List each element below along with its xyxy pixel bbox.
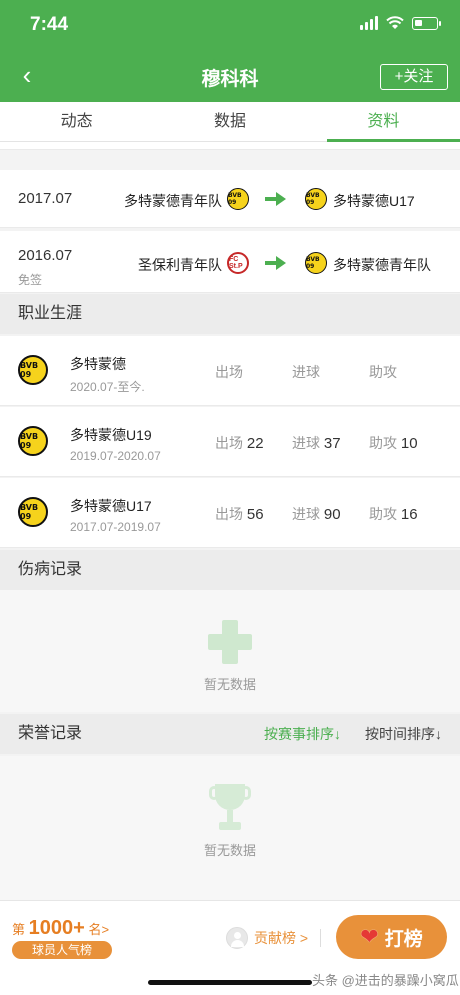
trophy-icon (209, 784, 251, 834)
bvb-logo-icon: BVB 09 (305, 252, 327, 274)
transfer-row: 2017.07 多特蒙德青年队 BVB 09 BVB 09 多特蒙德U17 (0, 170, 460, 228)
tab-bar: 动态 数据 资料 (0, 102, 460, 142)
transfer-from-club: 圣保利青年队 (138, 257, 222, 273)
transfer-date: 2017.07 (18, 190, 73, 207)
wifi-icon (386, 16, 404, 29)
sort-by-event-button[interactable]: 按赛事排序↓ (264, 714, 341, 754)
popularity-rank[interactable]: 第 1000+ 名> (12, 917, 109, 940)
career-team: 多特蒙德 (70, 356, 126, 372)
medical-cross-icon (208, 620, 252, 664)
transfer-from-club: 多特蒙德青年队 (124, 193, 222, 209)
goals-stat: 进球 37 (292, 435, 341, 452)
career-period: 2019.07-2020.07 (70, 449, 161, 463)
bvb-logo-icon: BVB 09 (227, 188, 249, 210)
bvb-logo-icon: BVB 09 (18, 497, 48, 527)
profile-content[interactable]: BVB 09 BVB 09 2017.07 多特蒙德青年队 BVB 09 BVB… (0, 142, 460, 900)
tab-stats[interactable]: 数据 (153, 102, 306, 141)
bvb-logo-icon: BVB 09 (18, 426, 48, 456)
rank-value: 1000+ (28, 917, 85, 939)
status-indicators (360, 16, 441, 30)
tab-profile[interactable]: 资料 (307, 102, 460, 142)
vote-label: 打榜 (384, 928, 423, 950)
vote-button[interactable]: ❤ 打榜 (336, 915, 447, 959)
career-team: 多特蒙德U19 (70, 427, 152, 443)
empty-text: 暂无数据 (203, 677, 256, 692)
career-row[interactable]: BVB 09 多特蒙德 2020.07-至今. 出场 进球 助攻 (0, 336, 460, 406)
career-team: 多特蒙德U17 (70, 498, 152, 514)
empty-text: 暂无数据 (203, 843, 256, 858)
status-time: 7:44 (30, 14, 69, 35)
divider (320, 929, 321, 947)
transfer-to-club: 多特蒙德U17 (333, 193, 415, 209)
injury-section-header: 伤病记录 (0, 550, 460, 590)
heart-icon: ❤ (360, 924, 379, 949)
transfer-row: 2016.07 免签 圣保利青年队 FC St.P BVB 09 多特蒙德青年队 (0, 231, 460, 293)
career-row[interactable]: BVB 09 多特蒙德U17 2017.07-2019.07 出场 56 进球 … (0, 478, 460, 548)
tab-news[interactable]: 动态 (0, 102, 153, 141)
battery-icon (412, 16, 441, 30)
honors-empty-state: 暂无数据 (0, 756, 460, 900)
transfer-date: 2016.07 (18, 247, 73, 264)
st-pauli-logo-icon: FC St.P (227, 252, 249, 274)
contribution-chart-link[interactable]: 贡献榜 > (226, 927, 308, 949)
status-bar: 7:44 (0, 0, 460, 50)
assists-stat: 助攻 16 (369, 506, 418, 523)
watermark: 头条 @进击的暴躁小窝瓜 (312, 973, 459, 988)
goals-label: 进球 (292, 364, 320, 380)
career-period: 2020.07-至今. (70, 380, 145, 394)
avatar-icon (226, 927, 248, 949)
arrow-right-icon (265, 192, 287, 206)
career-section-header: 职业生涯 (0, 294, 460, 334)
honors-section-header: 荣誉记录 按赛事排序↓ 按时间排序↓ (0, 714, 460, 754)
appearances-stat: 出场 22 (215, 435, 264, 452)
assists-stat: 助攻 10 (369, 435, 418, 452)
appearances-label: 出场 (215, 364, 243, 380)
transfer-type: 免签 (18, 273, 43, 287)
signal-icon (360, 16, 378, 30)
transfer-to-club: 多特蒙德青年队 (333, 257, 431, 273)
contribution-label: 贡献榜 > (254, 930, 309, 946)
assists-label: 助攻 (369, 364, 397, 380)
career-row[interactable]: BVB 09 多特蒙德U19 2019.07-2020.07 出场 22 进球 … (0, 407, 460, 477)
sort-by-time-button[interactable]: 按时间排序↓ (365, 714, 442, 754)
career-period: 2017.07-2019.07 (70, 520, 161, 534)
home-indicator[interactable] (148, 980, 312, 985)
bvb-logo-icon: BVB 09 (18, 355, 48, 385)
popularity-chart-badge[interactable]: 球员人气榜 (12, 941, 112, 959)
bvb-logo-icon: BVB 09 (305, 188, 327, 210)
transfer-row-clipped: BVB 09 BVB 09 (0, 142, 460, 150)
goals-stat: 进球 90 (292, 506, 341, 523)
arrow-right-icon (265, 256, 287, 270)
honors-title: 荣誉记录 (18, 725, 83, 742)
appearances-stat: 出场 56 (215, 506, 264, 523)
follow-button[interactable]: +关注 (380, 64, 448, 90)
injury-empty-state: 暂无数据 (0, 590, 460, 712)
nav-bar: ‹ 穆科科 +关注 (0, 50, 460, 102)
